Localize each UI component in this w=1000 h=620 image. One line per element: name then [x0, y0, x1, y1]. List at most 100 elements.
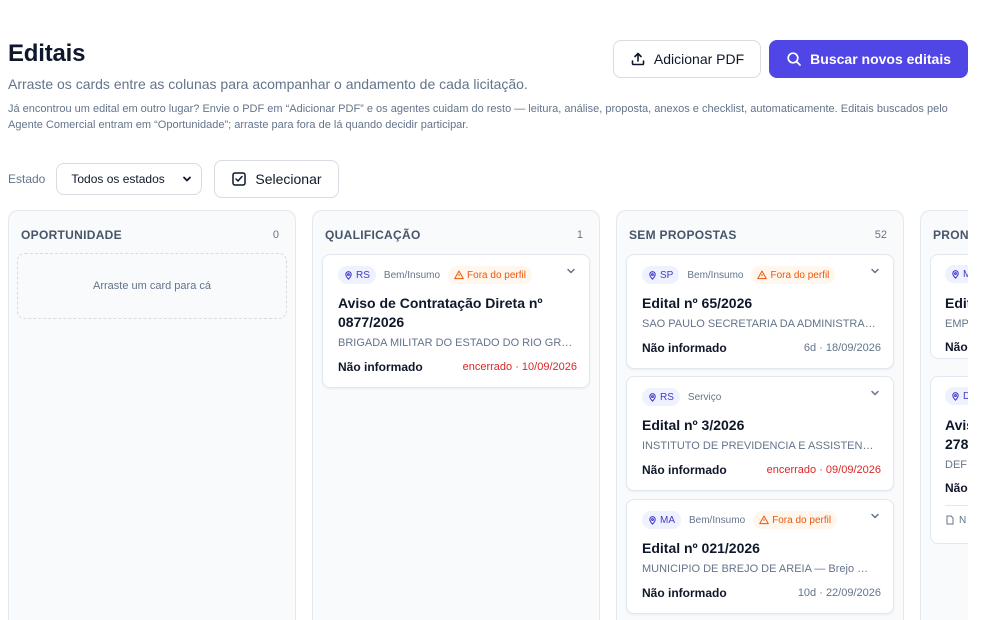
map-pin-icon: [649, 515, 656, 525]
state-tag: SP: [642, 266, 680, 284]
column-header: OPORTUNIDADE 0: [9, 211, 295, 245]
add-pdf-button[interactable]: Adicionar PDF: [612, 40, 762, 78]
card-title: Aviso de Contratação Direta nº 0877/2026: [338, 295, 543, 330]
select-mode-button[interactable]: Selecionar: [214, 160, 339, 198]
search-new-button[interactable]: Buscar novos editais: [769, 40, 968, 78]
off-profile-label: Fora do perfil: [770, 269, 830, 281]
kanban-board: OPORTUNIDADE 0 Arraste um card para cá Q…: [8, 210, 968, 620]
column-header: QUALIFICAÇÃO 1: [313, 211, 599, 245]
column-count: 1: [576, 229, 583, 241]
column-title: SEM PROPOSTAS: [629, 228, 737, 242]
card-value: Não informado: [642, 463, 727, 477]
card-organization: MUNICIPIO DE BREJO DE AREIA — Brejo …: [642, 563, 869, 575]
type-tag: Bem/Insumo: [687, 269, 744, 281]
card-value: Não informado: [642, 341, 727, 355]
column-count: 52: [874, 229, 887, 241]
card-value: Não: [945, 480, 968, 495]
upload-icon: [631, 52, 645, 66]
off-profile-label: Fora do perfil: [772, 514, 832, 526]
state-tag: MA: [642, 511, 681, 529]
column-count: 0: [272, 229, 279, 241]
card-footer: Não informado 10d · 22/09/2026: [642, 585, 881, 601]
off-profile-badge: Fora do perfil: [751, 266, 836, 284]
column-oportunidade[interactable]: OPORTUNIDADE 0 Arraste um card para cá: [8, 210, 296, 620]
card-title: Edital nº 65/2026: [642, 295, 753, 311]
edital-card[interactable]: SP Bem/Insumo Fora do perfil Edital nº 6…: [626, 254, 894, 369]
card-tags: SP Bem/Insumo Fora do perfil: [642, 266, 881, 284]
add-pdf-label: Adicionar PDF: [653, 51, 745, 67]
card-tags: RS Serviço: [642, 388, 881, 406]
state-filter-label: Estado: [8, 172, 46, 186]
card-footer: Não informado encerrado · 09/09/2026: [642, 462, 881, 478]
warning-icon: [759, 515, 769, 525]
state-select[interactable]: Todos os estados: [56, 163, 203, 195]
chevron-down-icon[interactable]: [869, 510, 881, 522]
chevron-down-icon[interactable]: [565, 265, 577, 277]
checkbox-icon: [232, 172, 247, 186]
edital-card[interactable]: RS Serviço Edital nº 3/2026 INSTITUTO DE…: [626, 376, 894, 491]
card-title: Edit: [945, 294, 968, 311]
card-organization: DEF: [945, 458, 967, 471]
select-mode-label: Selecionar: [255, 171, 322, 187]
state-tag-label: MA: [660, 514, 675, 526]
card-footer: Não informado 6d · 18/09/2026: [642, 340, 881, 356]
map-pin-icon: [345, 270, 352, 280]
card-footer: Não informado encerrado · 10/09/2026: [338, 359, 577, 375]
state-tag-label: RS: [356, 269, 370, 281]
edital-card[interactable]: MA Bem/Insumo Fora do perfil Edital nº 0…: [626, 499, 894, 614]
card-deadline: 6d · 18/09/2026: [803, 342, 881, 354]
card-organization: EMP: [945, 317, 968, 330]
file-icon: [946, 515, 954, 525]
edital-card[interactable]: M Edit EMP Não: [930, 254, 968, 359]
dropzone[interactable]: Arraste um card para cá: [17, 253, 287, 319]
dropzone-text: Arraste um card para cá: [93, 280, 211, 292]
column-title: OPORTUNIDADE: [21, 228, 122, 242]
card-deadline: 10d · 22/09/2026: [797, 587, 881, 599]
state-tag-label: M: [963, 269, 968, 280]
off-profile-badge: Fora do perfil: [448, 266, 532, 284]
column-qualificacao[interactable]: QUALIFICAÇÃO 1 RS Bem/Insumo Fora do per…: [312, 210, 600, 620]
map-pin-icon: [649, 270, 656, 280]
card-title: Edital nº 3/2026: [642, 417, 745, 433]
search-icon: [787, 52, 802, 66]
card-value: Não informado: [642, 586, 727, 600]
map-pin-icon: [649, 392, 656, 402]
state-select-value: Todos os estados: [71, 172, 165, 186]
attachment-label: N: [959, 514, 967, 526]
type-tag: Bem/Insumo: [383, 269, 441, 281]
state-tag-label: RS: [660, 391, 674, 403]
edital-card[interactable]: RS Bem/Insumo Fora do perfil Aviso de Co…: [322, 254, 590, 388]
state-tag: RS: [338, 266, 376, 284]
off-profile-label: Fora do perfil: [467, 269, 526, 281]
card-title-line2: 278: [945, 435, 968, 452]
card-organization: SAO PAULO SECRETARIA DA ADMINISTRA…: [642, 318, 876, 330]
filters-bar: Estado Todos os estados Selecionar: [8, 160, 339, 198]
state-tag: M: [945, 265, 968, 283]
chevron-down-icon: [183, 176, 192, 182]
chevron-down-icon[interactable]: [869, 265, 881, 277]
type-tag: Bem/Insumo: [689, 514, 746, 526]
column-title: QUALIFICAÇÃO: [325, 228, 421, 242]
type-tag: Serviço: [687, 391, 722, 403]
state-tag-label: SP: [660, 269, 674, 281]
card-organization: BRIGADA MILITAR DO ESTADO DO RIO GR…: [338, 337, 573, 349]
card-tags: RS Bem/Insumo Fora do perfil: [338, 266, 577, 284]
chevron-down-icon[interactable]: [869, 387, 881, 399]
card-organization: INSTITUTO DE PREVIDENCIA E ASSISTEN…: [642, 440, 874, 452]
column-sem-propostas[interactable]: SEM PROPOSTAS 52 SP Bem/Insumo Fora do p…: [616, 210, 904, 620]
column-propostas[interactable]: PRON M Edit EMP Não D Avis 278 DEF Não N: [920, 210, 968, 620]
card-title: Avis: [945, 416, 968, 433]
search-new-label: Buscar novos editais: [810, 51, 951, 67]
edital-card[interactable]: D Avis 278 DEF Não N: [930, 376, 968, 544]
map-pin-icon: [952, 391, 959, 401]
off-profile-badge: Fora do perfil: [753, 511, 838, 529]
help-text: Já encontrou um edital em outro lugar? E…: [8, 103, 948, 131]
state-tag: RS: [642, 388, 680, 406]
card-title: Edital nº 021/2026: [642, 540, 760, 556]
state-tag: D: [945, 387, 968, 405]
map-pin-icon: [952, 269, 959, 279]
warning-icon: [757, 270, 768, 280]
card-tags: MA Bem/Insumo Fora do perfil: [642, 511, 881, 529]
card-deadline: encerrado · 09/09/2026: [766, 464, 881, 476]
page-subtitle: Arraste os cards entre as colunas para a…: [8, 76, 528, 92]
